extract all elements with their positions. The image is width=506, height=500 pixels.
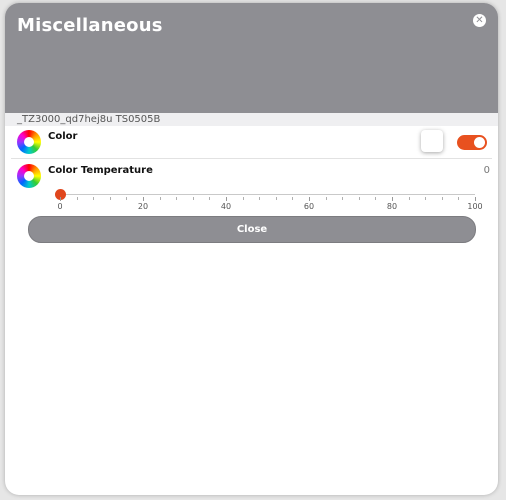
slider-tick <box>458 197 460 200</box>
color-label: Color <box>48 131 78 142</box>
slider-tick <box>93 197 95 200</box>
slider-tick <box>60 197 61 201</box>
slider-tick <box>143 197 144 201</box>
color-temperature-row: Color Temperature 0 0 20 40 60 80 100 <box>11 159 492 217</box>
close-icon[interactable]: ✕ <box>473 14 486 27</box>
color-wheel-icon <box>17 130 41 154</box>
slider-tick <box>176 197 178 200</box>
slider-tick <box>76 197 78 200</box>
device-info: _TZ3000_qd7hej8u TS0505B <box>5 113 498 126</box>
slider-track <box>60 194 475 195</box>
slider-tick <box>259 197 261 200</box>
slider-tick-label: 60 <box>303 202 315 211</box>
color-toggle[interactable] <box>457 135 487 150</box>
color-row: Color <box>11 127 492 159</box>
slider-tick <box>275 197 277 200</box>
miscellaneous-dialog: Miscellaneous ✕ _TZ3000_qd7hej8u TS0505B… <box>5 3 498 495</box>
dialog-title: Miscellaneous <box>17 15 163 36</box>
slider-tick-label: 40 <box>220 202 232 211</box>
slider-tick <box>441 197 443 200</box>
slider-tick <box>109 197 111 200</box>
color-wheel-icon <box>17 164 41 188</box>
slider-tick <box>159 197 161 200</box>
slider-tick <box>309 197 310 201</box>
slider-tick <box>342 197 344 200</box>
device-label: _TZ3000_qd7hej8u TS0505B <box>17 114 161 125</box>
slider-tick <box>475 197 476 201</box>
dialog-header: Miscellaneous ✕ <box>5 3 498 113</box>
slider-tick-label: 0 <box>57 202 63 211</box>
slider-tick-label: 80 <box>386 202 398 211</box>
slider-tick <box>408 197 410 200</box>
slider-tick <box>392 197 393 201</box>
color-swatch-button[interactable] <box>421 130 443 152</box>
slider-tick <box>192 197 194 200</box>
slider-tick <box>358 197 360 200</box>
slider-tick-label: 100 <box>467 202 483 211</box>
slider-tick <box>292 197 294 200</box>
toggle-knob <box>474 137 485 148</box>
slider-tick <box>425 197 427 200</box>
slider-tick <box>375 197 377 200</box>
slider-tick <box>325 197 327 200</box>
close-button[interactable]: Close <box>28 216 476 243</box>
slider-tick <box>226 197 227 201</box>
slider-tick <box>242 197 244 200</box>
slider-tick <box>209 197 211 200</box>
color-temperature-slider[interactable]: 0 20 40 60 80 100 <box>55 187 483 219</box>
slider-tick <box>126 197 128 200</box>
color-temperature-value: 0 <box>483 165 490 176</box>
color-temperature-label: Color Temperature <box>48 165 153 176</box>
slider-tick-label: 20 <box>137 202 149 211</box>
